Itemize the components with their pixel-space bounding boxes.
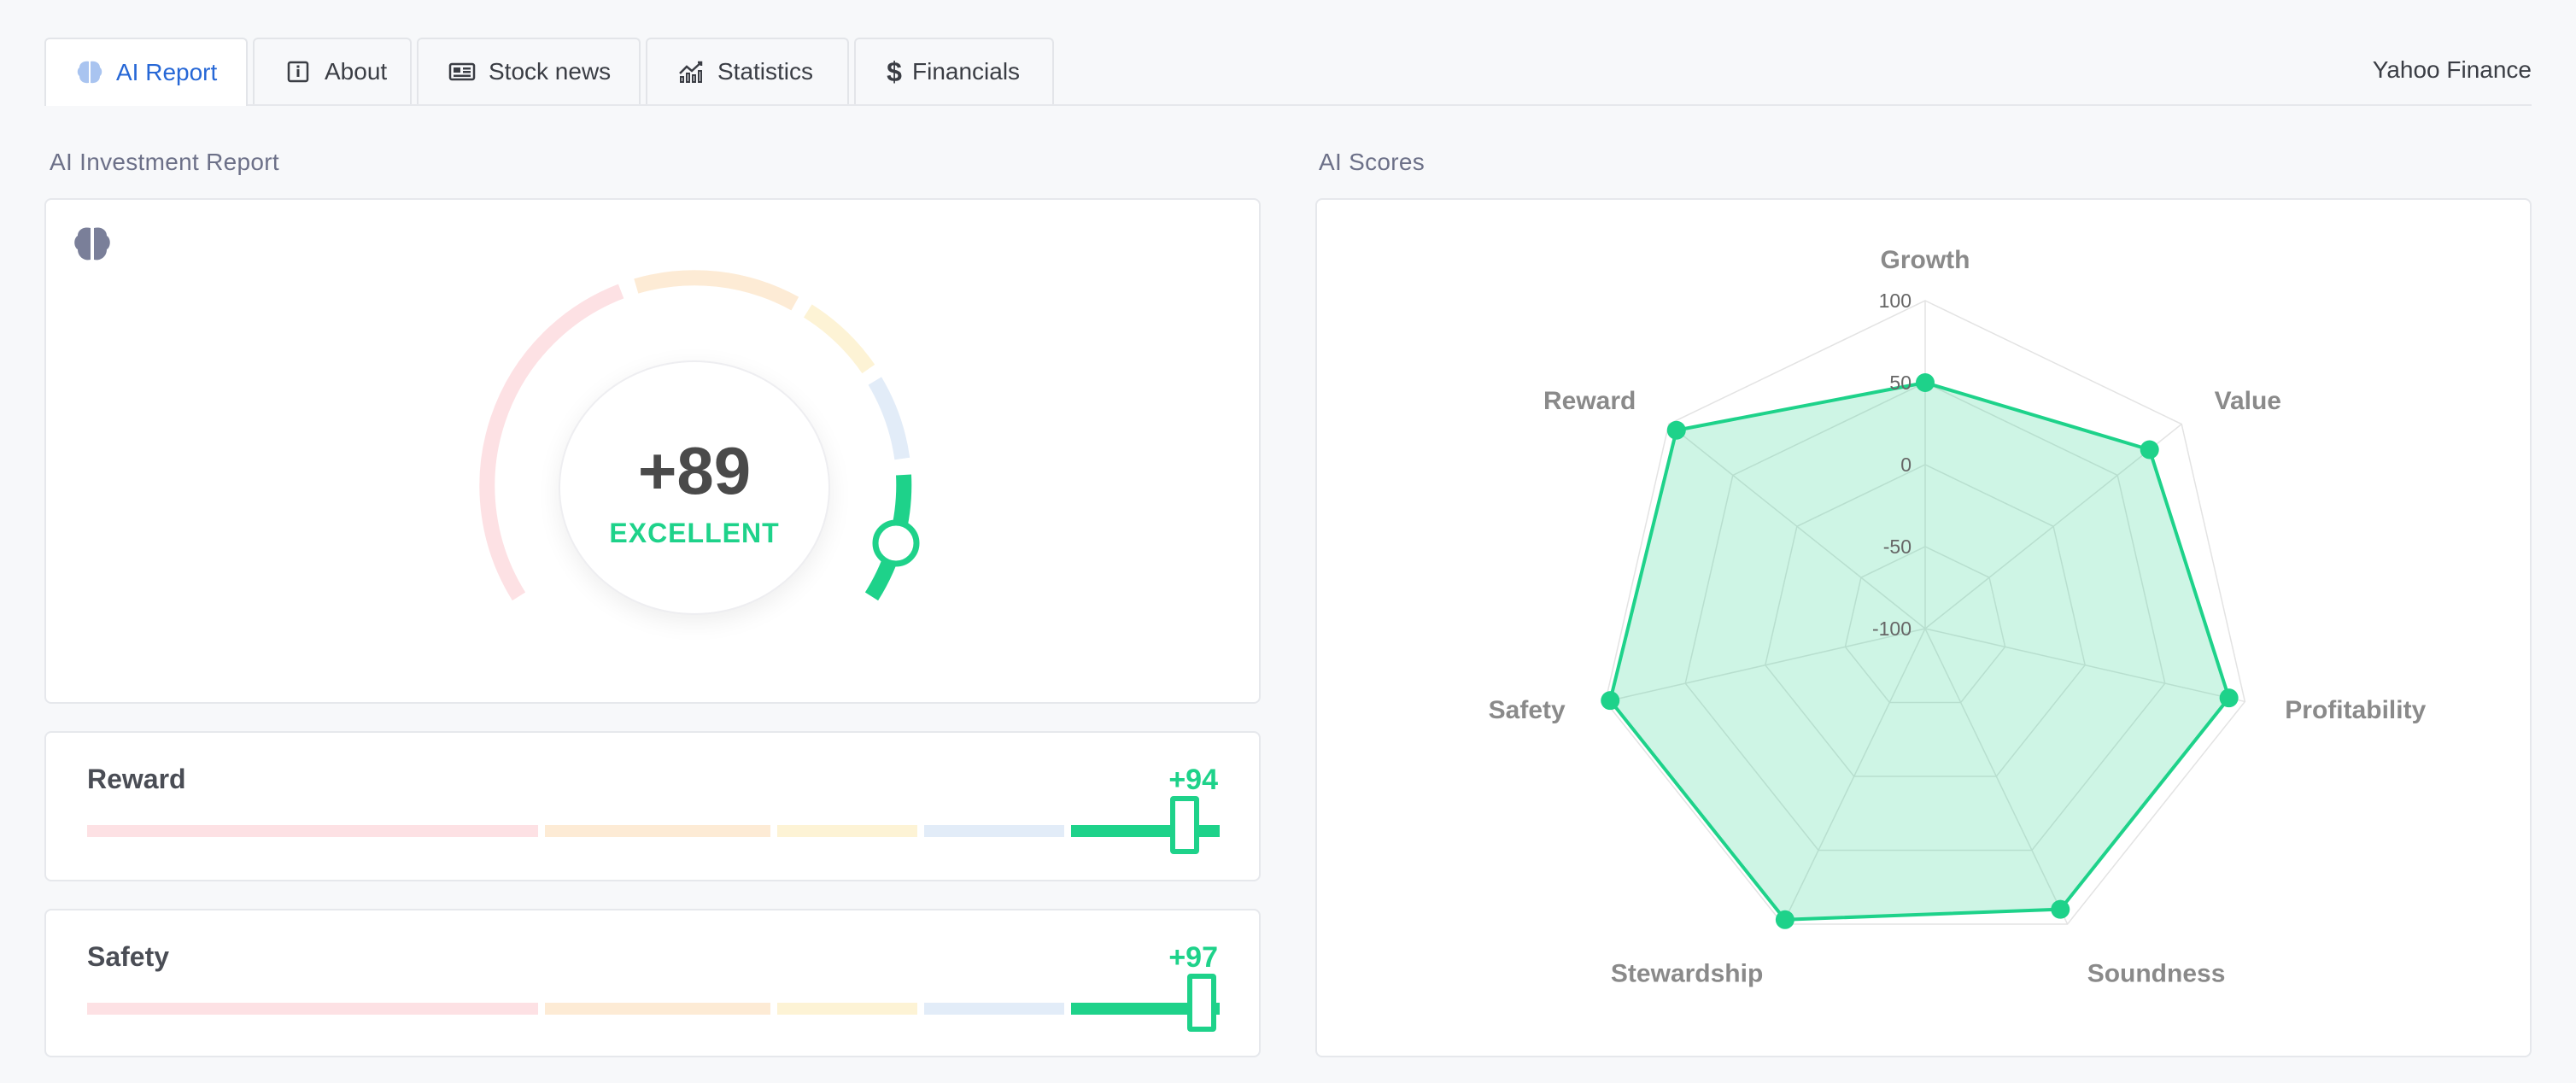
tab-label: AI Report [116, 59, 218, 85]
score-rating: EXCELLENT [609, 518, 780, 548]
radar-series-area [1608, 381, 2231, 922]
tab-label: Stock news [489, 58, 612, 85]
metric-name: Reward [87, 764, 186, 794]
radar-point [1601, 691, 1620, 711]
score-circle: +89 EXCELLENT [559, 360, 830, 615]
radar-tick-label: 50 [1889, 372, 1912, 394]
metric-bar [87, 796, 1220, 854]
radar-axis-label: Safety [1489, 696, 1566, 724]
bar-segment-good [777, 1003, 917, 1015]
radar-point [1916, 373, 1935, 392]
radar-tick-label: 100 [1879, 290, 1912, 312]
radar-point [1666, 420, 1686, 440]
metric-bar [87, 974, 1220, 1032]
gauge-segment-fair [634, 270, 799, 311]
radar-axis-label: Value [2215, 387, 2281, 415]
tab-bar: AI Report About Stock news Statistics $ … [44, 38, 2532, 106]
bar-segment-poor [87, 1003, 538, 1015]
dollar-icon: $ [887, 56, 902, 87]
brand-link[interactable]: Yahoo Finance [2373, 56, 2532, 84]
gauge-marker [872, 519, 920, 567]
radar-axis-label: Soundness [2087, 960, 2226, 988]
tab-label: Statistics [717, 58, 814, 85]
radar-tick-label: 0 [1900, 454, 1912, 476]
radar-point [2219, 688, 2239, 708]
radar-axis-label: Reward [1543, 387, 1636, 415]
report-section-title: AI Investment Report [50, 149, 280, 175]
tab-statistics[interactable]: Statistics [646, 38, 849, 104]
radar-tick-label: -100 [1872, 618, 1912, 640]
brain-icon [75, 58, 104, 87]
bar-segment-fair [545, 1003, 770, 1015]
metric-value: +94 [1168, 764, 1218, 796]
radar-point [2140, 440, 2159, 460]
metric-card-safety: Safety +97 [44, 909, 1261, 1057]
metric-value: +97 [1168, 941, 1218, 974]
brain-icon [72, 225, 113, 267]
radar-point [2051, 899, 2070, 919]
tab-label: About [325, 58, 388, 85]
tab-stock-news[interactable]: Stock news [417, 38, 641, 104]
tab-financials[interactable]: $ Financials [854, 38, 1054, 104]
radar-card: 100 50 0 -50 -100 Growth Value Profitability Sou… [1315, 198, 2532, 1057]
bar-marker [1187, 974, 1216, 1032]
radar-point [1775, 910, 1794, 929]
metric-name: Safety [87, 941, 170, 972]
score-gauge: +89 EXCELLENT [422, 251, 969, 661]
gauge-segment-great [868, 377, 910, 460]
scores-section-title: AI Scores [1319, 149, 1426, 175]
radar-axis-label: Profitability [2285, 696, 2426, 724]
bar-segment-fair [545, 825, 770, 837]
tab-label: Financials [912, 58, 1021, 85]
bar-segment-poor [87, 825, 538, 837]
score-card: +89 EXCELLENT [44, 198, 1261, 704]
tab-ai-report[interactable]: AI Report [44, 38, 248, 106]
bar-segment-good [777, 825, 917, 837]
chart-icon [676, 57, 705, 86]
radar-axis-label: Stewardship [1611, 960, 1763, 988]
bar-segment-great [924, 825, 1064, 837]
score-value: +89 [637, 433, 752, 508]
bar-marker [1170, 796, 1199, 854]
newspaper-icon [448, 57, 477, 86]
bar-segment-great [924, 1003, 1064, 1015]
radar-chart: 100 50 0 -50 -100 Growth Value Profitability Sou… [1489, 246, 2427, 988]
metric-card-reward: Reward +94 [44, 731, 1261, 881]
radar-tick-label: -50 [1883, 536, 1912, 558]
info-icon [284, 57, 313, 86]
gauge-segment-good [803, 304, 875, 374]
tab-about[interactable]: About [253, 38, 412, 104]
radar-axis-label: Growth [1881, 246, 1970, 274]
